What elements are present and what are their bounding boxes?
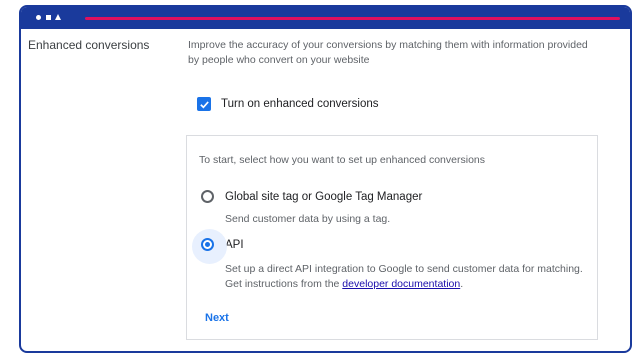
api-description-end: . xyxy=(460,278,464,290)
setup-method-panel: To start, select how you want to set up … xyxy=(186,135,598,340)
option-description: Set up a direct API integration to Googl… xyxy=(225,262,585,292)
radio-selected-dot xyxy=(205,242,210,247)
enhanced-conversions-checkbox-row[interactable]: Turn on enhanced conversions xyxy=(197,97,378,111)
option-global-site-tag[interactable]: Global site tag or Google Tag Manager xyxy=(201,190,422,203)
section-label: Enhanced conversions xyxy=(28,38,150,52)
enhanced-conversions-checkbox[interactable] xyxy=(197,97,211,111)
option-api[interactable]: API xyxy=(192,229,244,264)
titlebar-accent-line xyxy=(85,17,620,20)
checkmark-icon xyxy=(199,100,209,108)
developer-documentation-link[interactable]: developer documentation xyxy=(342,278,460,290)
section-description: Improve the accuracy of your conversions… xyxy=(188,39,588,66)
window-dot-triangle-icon xyxy=(55,14,61,20)
option-label: API xyxy=(225,238,244,251)
option-label: Global site tag or Google Tag Manager xyxy=(225,190,423,203)
window-dot-circle-icon xyxy=(36,15,41,20)
window-dot-square-icon xyxy=(46,15,51,20)
checkbox-label: Turn on enhanced conversions xyxy=(221,98,379,110)
panel-intro: To start, select how you want to set up … xyxy=(199,154,485,166)
next-button[interactable]: Next xyxy=(205,312,229,324)
option-description: Send customer data by using a tag. xyxy=(225,213,391,225)
radio-api[interactable] xyxy=(201,238,214,251)
radio-global-site-tag[interactable] xyxy=(201,190,214,203)
window-titlebar xyxy=(21,7,630,29)
